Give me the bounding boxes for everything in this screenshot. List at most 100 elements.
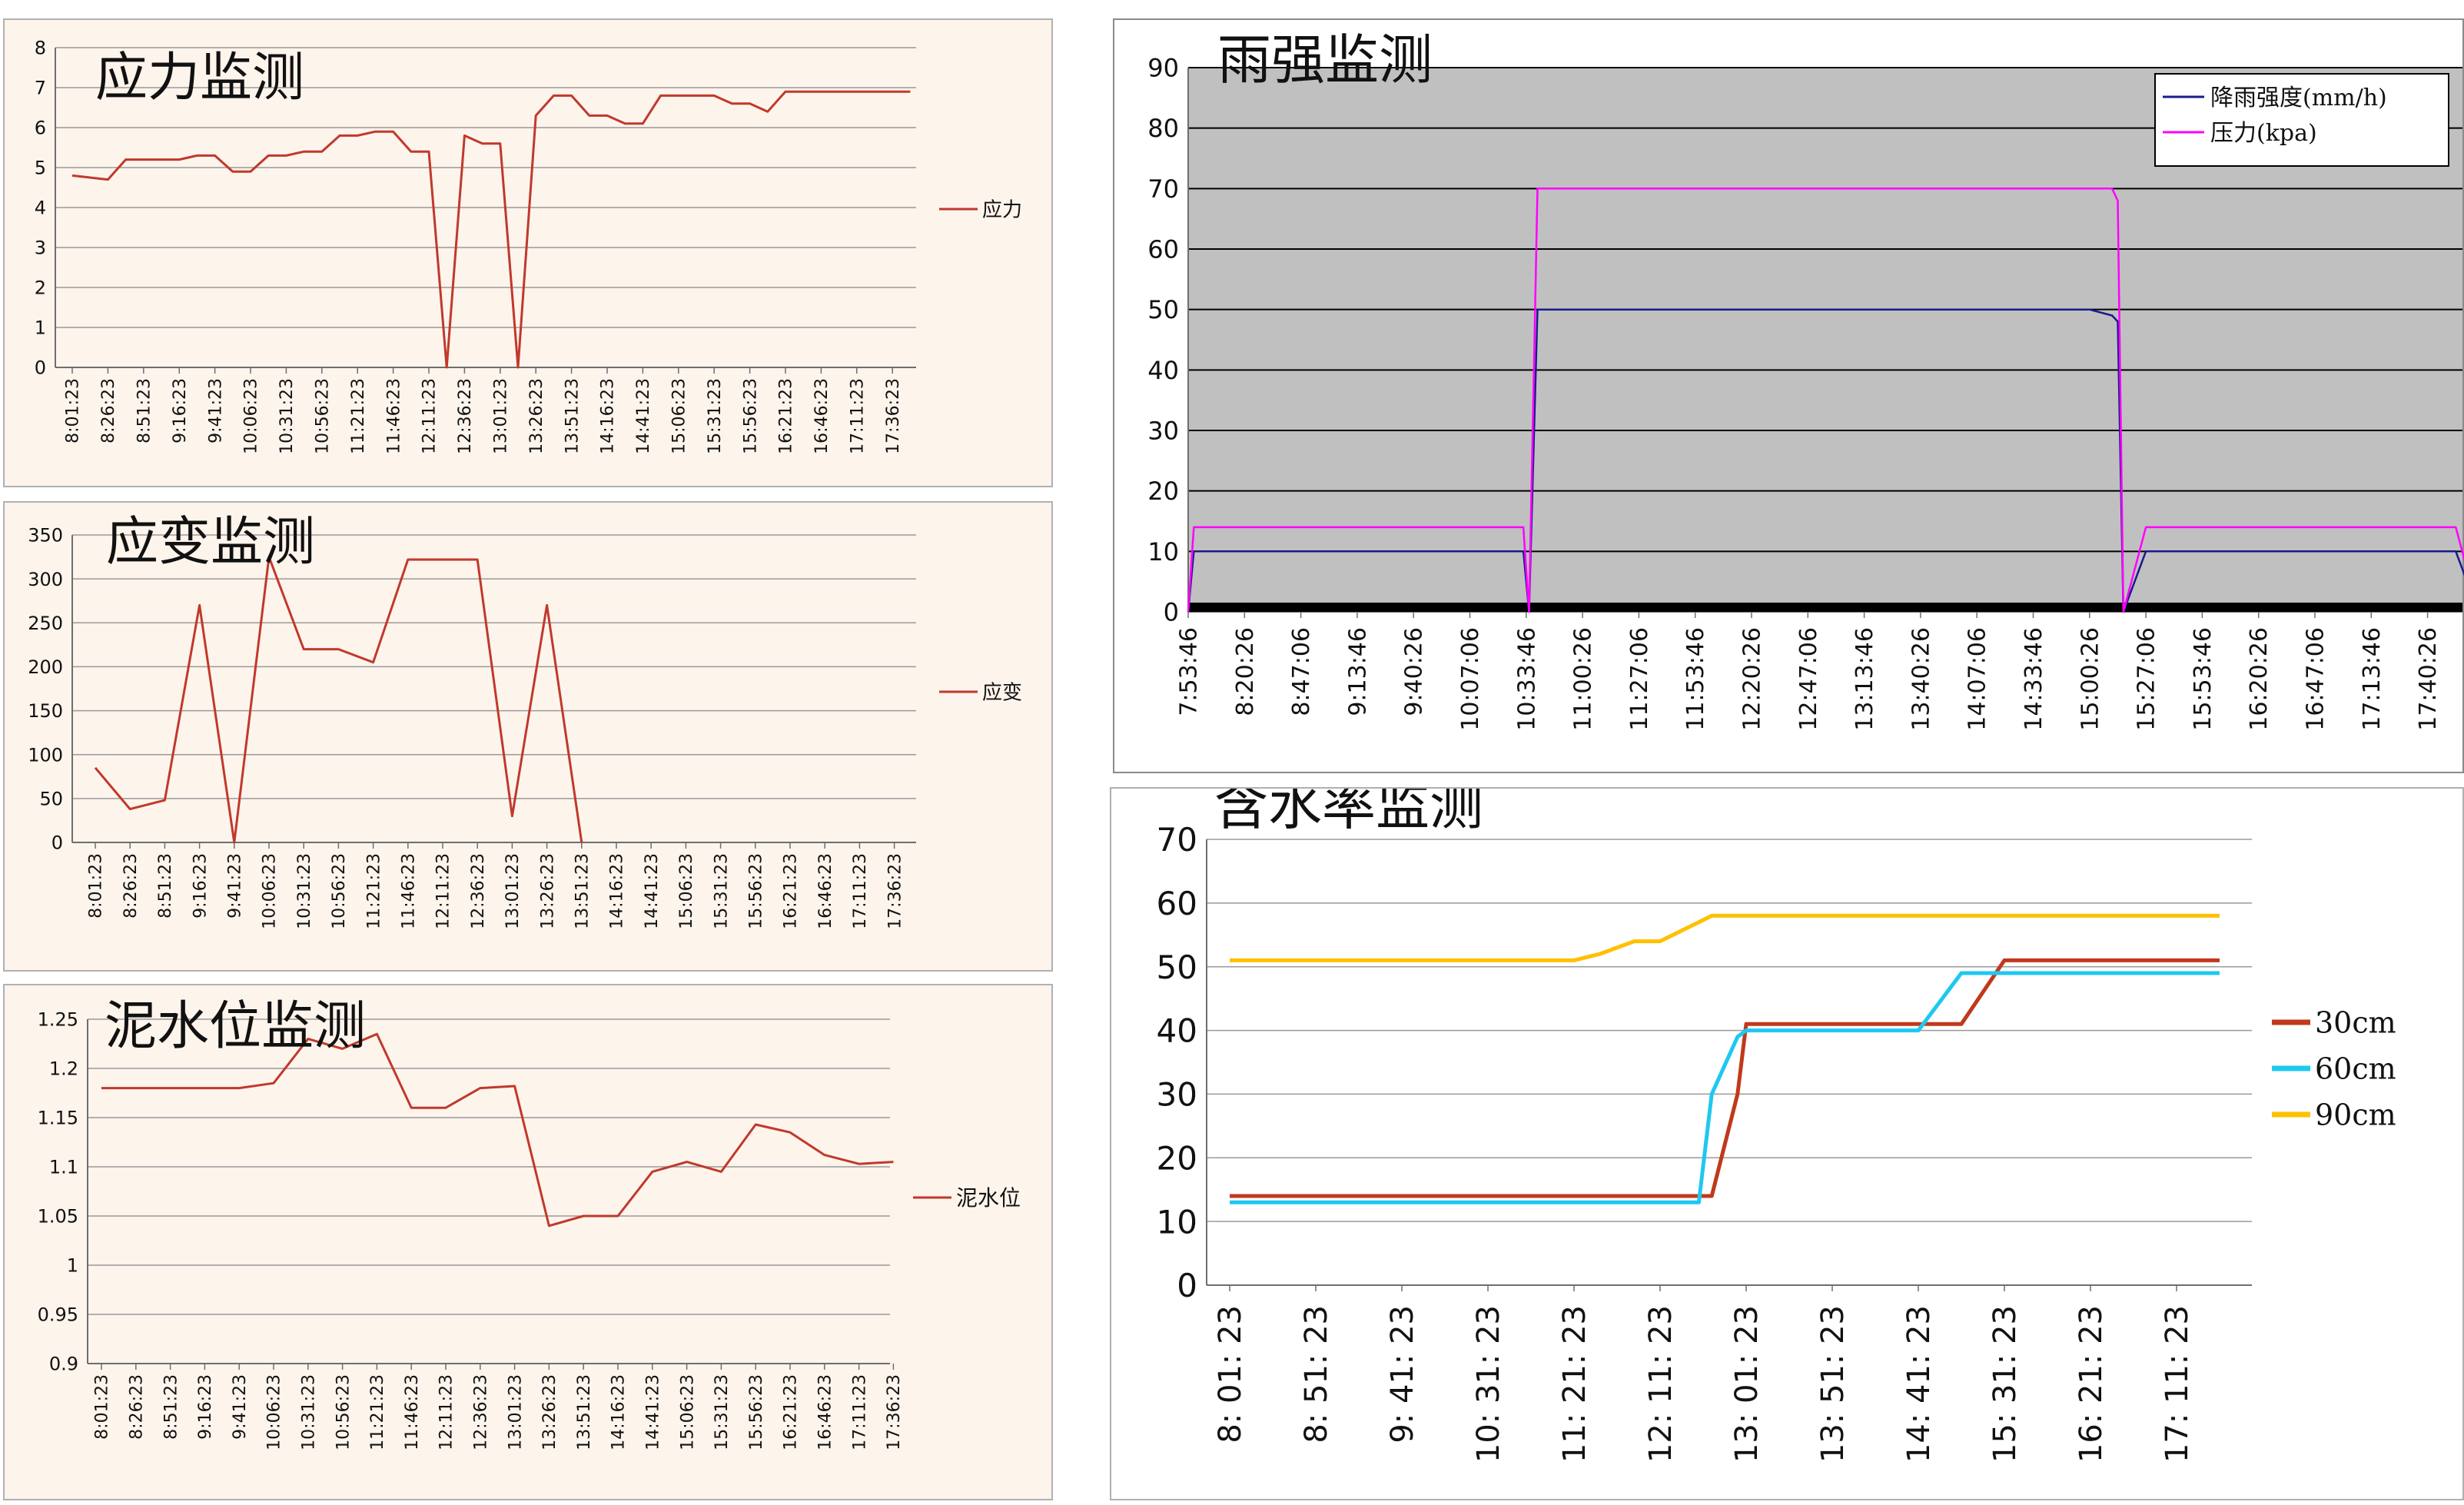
y-tick-label: 70: [1147, 174, 1179, 204]
y-tick-label: 1.1: [49, 1157, 78, 1178]
legend-label: 应变: [982, 681, 1022, 704]
y-tick-label: 4: [35, 198, 46, 219]
y-tick-label: 3: [35, 238, 46, 259]
x-tick-label: 12:11:23: [434, 853, 453, 929]
x-tick-label: 15:06:23: [677, 853, 696, 929]
legend-label: 30cm: [2315, 1006, 2396, 1040]
baseline-band: [1188, 603, 2462, 612]
x-tick-label: 8:20:26: [1232, 627, 1259, 716]
y-tick-label: 150: [28, 700, 63, 722]
legend-label: 泥水位: [956, 1185, 1021, 1211]
mud-chart-svg: 0.9 0.95 1 1.05 1.1 1.15 1.2 1.25 8:01:23 8:26:23…: [38, 996, 1021, 1450]
legend-label: 60cm: [2315, 1052, 2396, 1086]
x-tick-label: 14:41:23: [644, 1374, 663, 1450]
x-tick-label: 13:01:23: [492, 378, 511, 454]
y-tick-label: 60: [1147, 235, 1179, 264]
series-line-3: [1230, 913, 2220, 962]
x-tick-label: 10:31:23: [277, 378, 297, 454]
x-tick-label: 8:26:23: [121, 853, 141, 919]
x-tick-label: 9:41:23: [231, 1374, 250, 1440]
x-tick-label: 11:46:23: [400, 853, 419, 929]
rain-intensity-chart-panel: 0 10 20 30 40 50 60 70 80 90 7:53:46 8:20:26 8:47:06…: [1113, 18, 2464, 773]
x-tick-label: 10:06:23: [261, 853, 280, 929]
x-tick-label: 15:27:06: [2134, 627, 2160, 731]
series-line-1: [94, 556, 583, 844]
chart-title: 雨强监测: [1217, 28, 1433, 91]
x-tick-label: 17:11:23: [848, 378, 868, 454]
x-tick-label: 13: 51: 23: [1815, 1305, 1851, 1463]
x-tick-label: 8:26:23: [128, 1374, 147, 1440]
y-tick-label: 0: [1164, 598, 1179, 627]
y-tick-label: 20: [1147, 477, 1179, 506]
y-tick-label: 40: [1157, 1012, 1197, 1050]
x-tick-label: 10: 31: 23: [1471, 1305, 1506, 1463]
y-tick-label: 50: [1157, 949, 1197, 986]
mud-level-chart-panel: 0.9 0.95 1 1.05 1.1 1.15 1.2 1.25 8:01:23 8:26:23…: [3, 984, 1053, 1500]
chart-title: 应力监测: [95, 48, 304, 108]
x-tick-label: 11: 21: 23: [1557, 1305, 1592, 1463]
y-tick-label: 2: [35, 277, 46, 299]
y-tick-label: 70: [1157, 821, 1197, 859]
x-tick-label: 15:06:23: [678, 1374, 697, 1450]
x-tick-label: 10:31:23: [300, 1374, 319, 1450]
stress-chart-svg: 0 1 2 3 4 5 6 7 8 8:01:23 8:26:23 8:51:23 9:16:23 9:4…: [35, 38, 1022, 454]
x-tick-label: 12: 11: 23: [1643, 1305, 1679, 1463]
x-tick-label: 9:13:46: [1344, 627, 1371, 716]
x-tick-label: 13:01:23: [503, 853, 523, 929]
x-tick-label: 11:00:26: [1570, 627, 1597, 731]
x-tick-label: 10:56:23: [330, 853, 349, 929]
x-tick-label: 13:51:23: [573, 853, 593, 929]
x-tick-label: 13:01:23: [506, 1374, 525, 1450]
y-tick-label: 50: [1147, 295, 1179, 324]
x-tick-label: 9:41:23: [226, 853, 245, 919]
x-tick-label: 13:40:26: [1908, 627, 1934, 731]
x-tick-label: 14:07:06: [1964, 627, 1991, 731]
y-tick-label: 1.15: [38, 1108, 78, 1129]
strain-chart-panel: 0 50 100 150 200 250 300 350 8:01:23 8:26:23 8:51:…: [3, 501, 1053, 972]
x-tick-label: 11:46:23: [384, 378, 403, 454]
x-tick-label: 9:40:26: [1401, 627, 1428, 716]
x-tick-label: 10:06:23: [265, 1374, 284, 1450]
x-tick-label: 10:31:23: [295, 853, 314, 929]
x-tick-label: 12:11:23: [420, 378, 440, 454]
y-tick-label: 80: [1147, 114, 1179, 143]
water-chart-svg: 0 10 20 30 40 50 60 70 8: 01: 23 8: 51: 23 9: 41: …: [1157, 789, 2396, 1463]
y-tick-label: 1.05: [38, 1206, 78, 1228]
y-tick-label: 200: [28, 656, 63, 678]
stress-chart-panel: 0 1 2 3 4 5 6 7 8 8:01:23 8:26:23 8:51:23 9:16:23 9:4…: [3, 18, 1053, 487]
y-tick-label: 7: [35, 78, 46, 99]
x-tick-label: 11:21:23: [364, 853, 384, 929]
x-tick-label: 17:11:23: [850, 1374, 869, 1450]
x-tick-label: 16:46:23: [816, 1374, 835, 1450]
y-tick-label: 1: [35, 317, 46, 339]
x-tick-label: 16:20:26: [2246, 627, 2273, 731]
x-tick-label: 13:26:23: [527, 378, 546, 454]
y-tick-label: 1.25: [38, 1009, 78, 1031]
chart-title: 应变监测: [106, 512, 315, 573]
y-tick-label: 10: [1147, 537, 1179, 566]
y-tick-label: 300: [28, 569, 63, 590]
x-tick-label: 14:33:46: [2021, 627, 2047, 731]
x-tick-label: 14:16:23: [608, 853, 627, 929]
y-tick-label: 50: [39, 788, 63, 809]
x-tick-label: 10:06:23: [242, 378, 261, 454]
y-tick-label: 350: [28, 525, 63, 547]
legend-label: 应力: [982, 198, 1022, 221]
x-tick-label: 9:41:23: [206, 378, 225, 444]
y-tick-label: 5: [35, 158, 46, 179]
x-tick-label: 16:47:06: [2303, 627, 2330, 731]
x-tick-label: 11:21:23: [349, 378, 368, 454]
series-line-2: [1230, 971, 2220, 1204]
x-tick-label: 15:31:23: [712, 1374, 732, 1450]
x-tick-label: 7:53:46: [1176, 627, 1203, 716]
series-line-1: [1230, 958, 2220, 1198]
y-tick-label: 1: [67, 1255, 78, 1277]
y-tick-label: 1.2: [49, 1058, 78, 1080]
x-tick-label: 16:21:23: [777, 378, 796, 454]
x-tick-label: 15:56:23: [741, 378, 760, 454]
x-tick-label: 17:36:23: [885, 853, 905, 929]
x-tick-label: 11:53:46: [1682, 627, 1709, 731]
water-content-chart-panel: 0 10 20 30 40 50 60 70 8: 01: 23 8: 51: 23 9: 41: …: [1110, 787, 2464, 1500]
y-tick-label: 0.9: [49, 1354, 78, 1375]
x-tick-label: 9:16:23: [196, 1374, 215, 1440]
